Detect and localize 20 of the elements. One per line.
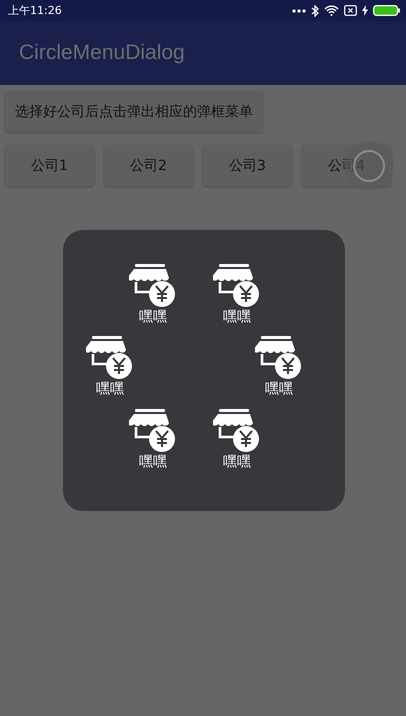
charging-icon <box>362 5 368 16</box>
menu-item-label[interactable]: 嘿嘿 <box>223 308 251 326</box>
menu-item-label[interactable]: 嘿嘿 <box>96 380 124 398</box>
more-dots-icon <box>292 8 306 12</box>
app-title: CircleMenuDialog <box>19 41 185 65</box>
shop-yen-icon[interactable] <box>129 409 177 453</box>
bluetooth-icon <box>311 4 319 16</box>
menu-item-label[interactable]: 嘿嘿 <box>265 380 293 398</box>
sim-icon <box>344 5 357 16</box>
menu-item-label[interactable]: 嘿嘿 <box>139 308 167 326</box>
battery-icon <box>373 5 400 16</box>
wifi-icon <box>324 5 339 16</box>
shop-yen-icon[interactable] <box>86 336 134 380</box>
shop-yen-icon[interactable] <box>213 409 261 453</box>
menu-item-label[interactable]: 嘿嘿 <box>139 453 167 471</box>
shop-yen-icon[interactable] <box>129 264 177 308</box>
shop-yen-icon[interactable] <box>213 264 261 308</box>
status-time: 上午11:26 <box>8 3 62 18</box>
menu-item-label[interactable]: 嘿嘿 <box>223 453 251 471</box>
shop-yen-icon[interactable] <box>255 336 303 380</box>
